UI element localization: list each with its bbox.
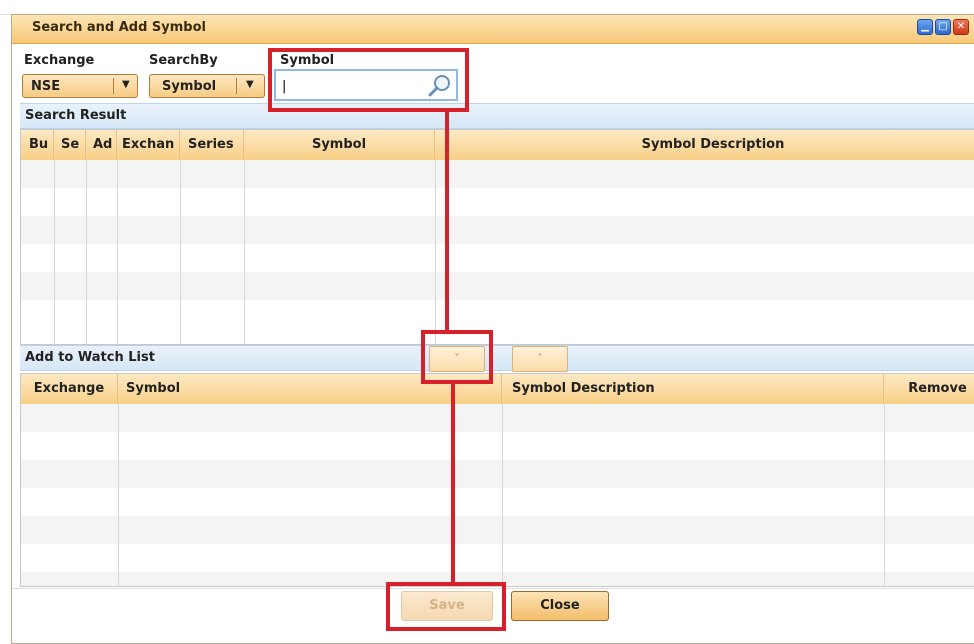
column-header-symbol[interactable]: Symbol: [118, 374, 502, 404]
close-button[interactable]: Close: [511, 591, 609, 621]
column-header-exchange[interactable]: Exchan: [117, 130, 180, 160]
symbol-search-input[interactable]: [280, 75, 424, 97]
title-bar[interactable]: Search and Add Symbol ▁ □ ✕: [12, 15, 974, 44]
searchby-select[interactable]: Symbol ▼: [149, 74, 265, 98]
maximize-icon[interactable]: □: [935, 19, 951, 35]
dialog-title: Search and Add Symbol: [32, 20, 206, 35]
column-header-symbol[interactable]: Symbol: [244, 130, 435, 160]
table-row[interactable]: [21, 516, 974, 544]
search-result-grid-header: Bu Se Ad Exchan Series Symbol Symbol Des…: [21, 130, 974, 161]
table-row[interactable]: [21, 488, 974, 516]
column-header-sell[interactable]: Se: [54, 130, 86, 160]
symbol-search-box: [274, 69, 458, 101]
dropdown-arrow-icon: ▼: [246, 79, 254, 90]
table-row[interactable]: [21, 300, 974, 328]
table-row[interactable]: [21, 460, 974, 488]
search-add-symbol-dialog: Search and Add Symbol ▁ □ ✕ Exchange Sea…: [11, 14, 974, 644]
search-result-header: Search Result: [20, 103, 974, 129]
table-row[interactable]: [21, 572, 974, 586]
save-button[interactable]: Save: [401, 591, 493, 621]
background-strip: [0, 0, 974, 15]
column-header-remove[interactable]: Remove: [884, 374, 974, 404]
table-row[interactable]: [21, 244, 974, 272]
column-divider: [118, 404, 119, 586]
minimize-icon[interactable]: ▁: [917, 19, 933, 35]
move-up-button[interactable]: ˄: [512, 346, 568, 372]
column-divider: [244, 160, 245, 344]
search-icon[interactable]: [428, 73, 452, 97]
column-header-add[interactable]: Ad: [86, 130, 117, 160]
search-result-grid: Bu Se Ad Exchan Series Symbol Symbol Des…: [20, 129, 974, 345]
column-divider: [435, 160, 436, 344]
window-controls: ▁ □ ✕: [917, 19, 969, 35]
move-down-button[interactable]: ˅: [429, 346, 485, 372]
column-header-symbol-description[interactable]: Symbol Description: [502, 374, 884, 404]
table-row[interactable]: [21, 188, 974, 216]
table-row[interactable]: [21, 544, 974, 572]
column-header-symbol-description[interactable]: Symbol Description: [435, 130, 974, 160]
column-divider: [502, 404, 503, 586]
column-divider: [54, 160, 55, 344]
searchby-select-value: Symbol: [162, 79, 217, 94]
exchange-label: Exchange: [24, 53, 95, 68]
table-row[interactable]: [21, 432, 974, 460]
column-header-buy[interactable]: Bu: [21, 130, 54, 160]
exchange-select-value: NSE: [31, 79, 61, 94]
footer-divider: [12, 588, 974, 589]
table-row[interactable]: [21, 272, 974, 300]
column-divider: [86, 160, 87, 344]
watch-list-grid-header: Exchange Symbol Symbol Description Remov…: [21, 374, 974, 405]
column-header-exchange[interactable]: Exchange: [21, 374, 118, 404]
table-row[interactable]: [21, 404, 974, 432]
watch-list-title: Add to Watch List: [25, 350, 155, 365]
searchby-label: SearchBy: [149, 53, 218, 68]
watch-list-grid: Exchange Symbol Symbol Description Remov…: [20, 373, 974, 587]
close-icon[interactable]: ✕: [953, 19, 969, 35]
exchange-select[interactable]: NSE ▼: [22, 74, 138, 98]
watch-list-header: Add to Watch List: [20, 345, 974, 371]
symbol-label: Symbol: [280, 53, 335, 68]
column-header-series[interactable]: Series: [180, 130, 244, 160]
dropdown-arrow-icon: ▼: [122, 79, 130, 90]
column-divider: [180, 160, 181, 344]
table-row[interactable]: [21, 160, 974, 188]
column-divider: [117, 160, 118, 344]
table-row[interactable]: [21, 216, 974, 244]
column-divider: [884, 404, 885, 586]
search-result-title: Search Result: [25, 108, 127, 123]
